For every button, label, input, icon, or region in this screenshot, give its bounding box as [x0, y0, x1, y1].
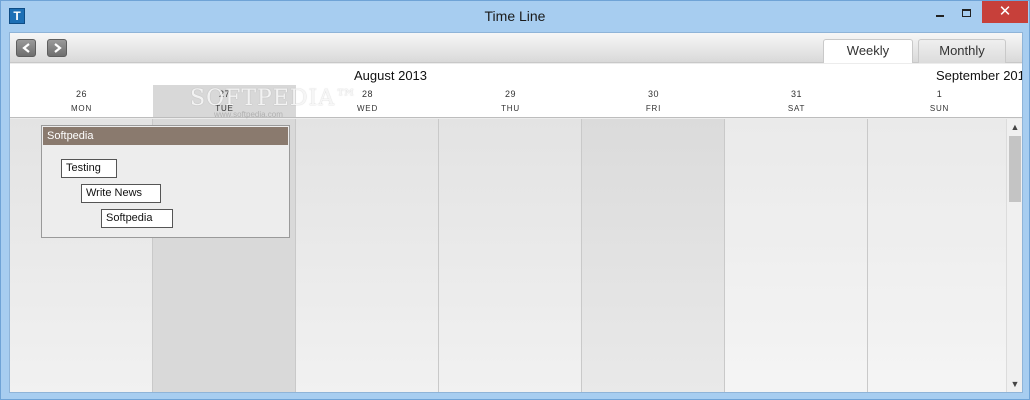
week-grid[interactable]: Softpedia Testing Write News Softpedia [10, 119, 1006, 392]
day-header[interactable]: 31 SAT [725, 85, 868, 117]
app-window: T Time Line ✕ Weekly Monthly August 2013… [0, 0, 1030, 400]
day-name: SAT [787, 104, 806, 113]
next-week-button[interactable] [47, 39, 67, 57]
day-name: FRI [645, 104, 662, 113]
day-column[interactable] [725, 119, 868, 392]
tab-weekly[interactable]: Weekly [823, 39, 913, 63]
client-area: Weekly Monthly August 2013 September 201… [9, 32, 1023, 393]
day-column[interactable] [439, 119, 582, 392]
calendar-header: August 2013 September 2013 26 MON 27 TUE… [10, 64, 1022, 119]
day-number: 30 [647, 89, 659, 99]
window-title: Time Line [484, 8, 546, 24]
day-number: 26 [75, 89, 87, 99]
previous-week-button[interactable] [16, 39, 36, 57]
tab-monthly[interactable]: Monthly [918, 39, 1006, 63]
chevron-up-icon: ▲ [1010, 122, 1020, 132]
day-column[interactable] [296, 119, 439, 392]
day-name: SUN [929, 104, 950, 113]
day-number: 29 [504, 89, 516, 99]
minimize-button[interactable] [927, 1, 953, 23]
task-item[interactable]: Testing [61, 159, 117, 178]
scroll-down-button[interactable]: ▼ [1007, 376, 1023, 392]
day-name: MON [70, 104, 93, 113]
chevron-left-icon [22, 43, 30, 53]
task-item[interactable]: Write News [81, 184, 161, 203]
event-group[interactable]: Softpedia Testing Write News Softpedia [41, 125, 290, 238]
minimize-icon [936, 15, 944, 18]
maximize-button[interactable] [953, 1, 979, 23]
day-header[interactable]: 29 THU [439, 85, 582, 117]
day-header[interactable]: 1 SUN [868, 85, 1011, 117]
close-icon: ✕ [998, 3, 1012, 20]
close-button[interactable]: ✕ [982, 1, 1028, 23]
toolbar: Weekly Monthly [10, 33, 1022, 63]
event-group-title[interactable]: Softpedia [43, 127, 288, 145]
day-header[interactable]: 30 FRI [582, 85, 725, 117]
task-item[interactable]: Softpedia [101, 209, 173, 228]
maximize-icon [961, 9, 971, 18]
chevron-right-icon [54, 43, 62, 53]
chevron-down-icon: ▼ [1010, 379, 1020, 389]
month-label-next: September 2013 [936, 68, 1022, 83]
day-column[interactable] [582, 119, 725, 392]
watermark-url: www.softpedia.com [214, 110, 283, 119]
day-column[interactable] [868, 119, 1006, 392]
scroll-thumb[interactable] [1009, 136, 1021, 202]
watermark-logo: SOFTPEDIA™ [190, 86, 359, 111]
day-number: 1 [936, 89, 943, 99]
day-number: 31 [790, 89, 802, 99]
title-bar[interactable]: T Time Line ✕ [1, 1, 1029, 31]
scroll-up-button[interactable]: ▲ [1007, 119, 1023, 135]
month-label-current: August 2013 [354, 68, 428, 83]
day-name: THU [501, 104, 520, 113]
day-header[interactable]: 26 MON [10, 85, 153, 117]
vertical-scrollbar[interactable]: ▲ ▼ [1006, 119, 1022, 392]
